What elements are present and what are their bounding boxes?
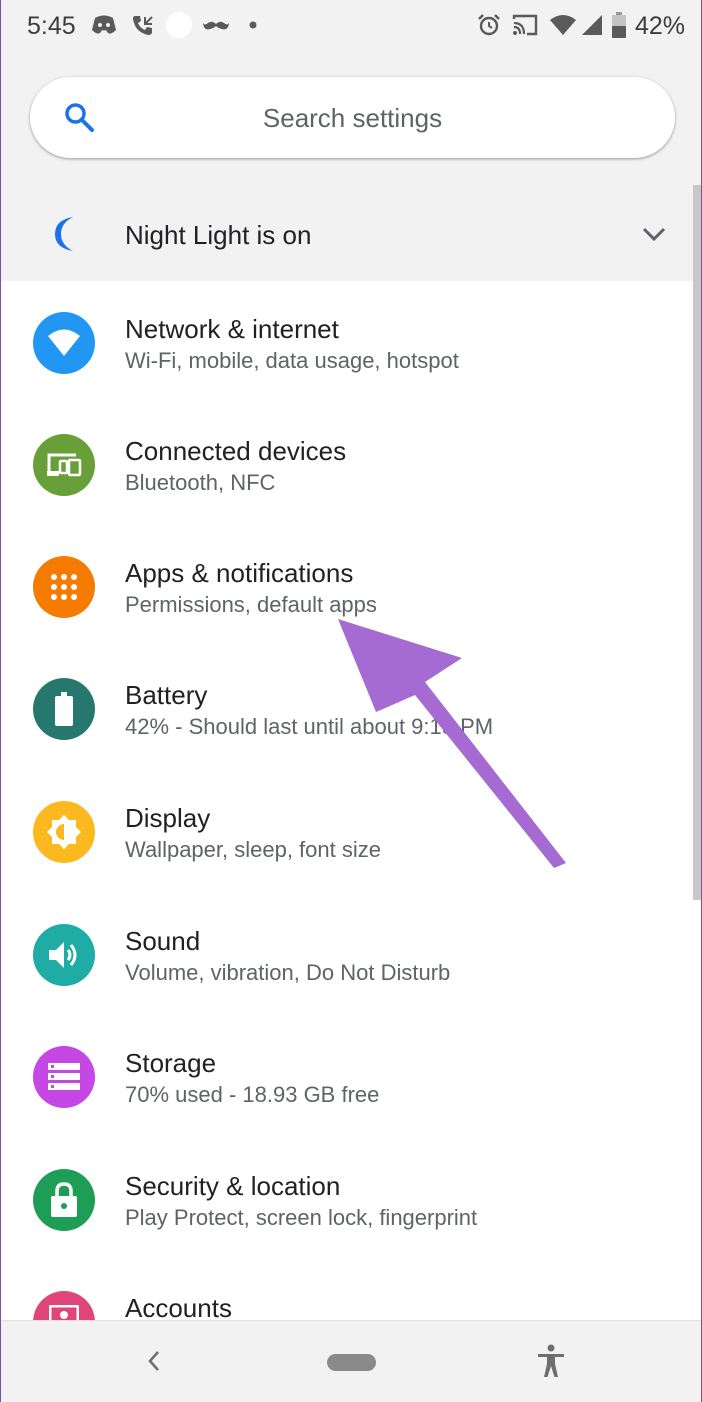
settings-item-subtitle: Wi-Fi, mobile, data usage, hotspot xyxy=(125,348,459,373)
search-bar[interactable]: Search settings xyxy=(30,77,675,158)
settings-item-subtitle: Bluetooth, NFC xyxy=(125,470,276,495)
moon-icon xyxy=(55,217,73,251)
settings-item-title: Accounts xyxy=(125,1293,232,1320)
volume-icon xyxy=(49,942,77,968)
account-icon xyxy=(49,1305,79,1320)
apps-icon-circle xyxy=(33,556,95,618)
settings-item-title: Storage xyxy=(125,1048,217,1078)
settings-item-subtitle: Permissions, default apps xyxy=(125,592,377,617)
navigation-bar xyxy=(1,1320,701,1402)
settings-item-storage[interactable]: Storage 70% used - 18.93 GB free xyxy=(1,1046,693,1168)
dot-icon xyxy=(249,21,257,29)
settings-item-subtitle: 42% - Should last until about 9:15 PM xyxy=(125,714,494,739)
settings-item-network[interactable]: Network & internet Wi-Fi, mobile, data u… xyxy=(1,312,693,434)
display-icon-circle xyxy=(33,801,95,863)
discord-icon xyxy=(92,15,116,34)
settings-item-accounts[interactable]: Accounts xyxy=(1,1291,693,1320)
battery-icon xyxy=(612,12,626,38)
settings-item-display[interactable]: Display Wallpaper, sleep, font size xyxy=(1,801,693,923)
settings-item-subtitle: Volume, vibration, Do Not Disturb xyxy=(125,960,451,985)
signal-icon xyxy=(582,15,602,35)
apps-grid-icon xyxy=(51,574,77,600)
search-placeholder: Search settings xyxy=(262,103,443,133)
accessibility-icon[interactable] xyxy=(537,1344,565,1378)
settings-item-subtitle: 70% used - 18.93 GB free xyxy=(125,1082,380,1107)
lock-icon xyxy=(51,1182,77,1217)
cast-icon xyxy=(512,14,538,36)
storage-icon-circle xyxy=(33,1046,95,1108)
settings-item-battery[interactable]: Battery 42% - Should last until about 9:… xyxy=(1,678,693,800)
settings-item-security[interactable]: Security & location Play Protect, screen… xyxy=(1,1169,693,1291)
settings-item-title: Sound xyxy=(125,926,201,956)
settings-item-title: Battery xyxy=(125,680,208,710)
chevron-down-icon[interactable] xyxy=(641,226,667,242)
alarm-icon xyxy=(478,14,500,36)
mustache-icon xyxy=(203,21,229,30)
battery-icon xyxy=(55,692,73,726)
back-icon[interactable] xyxy=(145,1349,161,1373)
accounts-icon-circle xyxy=(33,1291,95,1320)
status-bar: 5:45 42% xyxy=(1,0,701,52)
wifi-icon xyxy=(550,15,576,35)
network-icon-circle xyxy=(33,312,95,374)
settings-item-connected-devices[interactable]: Connected devices Bluetooth, NFC xyxy=(1,434,693,556)
storage-icon xyxy=(48,1063,80,1090)
devices-icon xyxy=(47,453,82,477)
brightness-icon xyxy=(47,815,81,849)
missed-call-icon xyxy=(133,16,153,35)
status-time: 5:45 xyxy=(27,12,76,40)
devices-icon-circle xyxy=(33,434,95,496)
battery-icon-circle xyxy=(33,678,95,740)
security-icon-circle xyxy=(33,1169,95,1231)
night-light-suggestion[interactable]: Night Light is on xyxy=(1,190,701,280)
scrollbar[interactable] xyxy=(693,185,701,900)
settings-item-title: Connected devices xyxy=(125,436,347,466)
settings-item-subtitle: Wallpaper, sleep, font size xyxy=(125,837,381,862)
settings-item-apps[interactable]: Apps & notifications Permissions, defaul… xyxy=(1,556,693,678)
settings-item-title: Network & internet xyxy=(125,314,339,344)
night-light-label: Night Light is on xyxy=(125,220,312,250)
settings-item-title: Security & location xyxy=(125,1171,341,1201)
settings-item-title: Apps & notifications xyxy=(125,558,354,588)
settings-item-title: Display xyxy=(125,803,211,833)
circle-icon xyxy=(166,12,192,38)
battery-percentage: 42% xyxy=(635,12,686,40)
settings-item-sound[interactable]: Sound Volume, vibration, Do Not Disturb xyxy=(1,924,693,1046)
home-pill[interactable] xyxy=(327,1354,376,1371)
settings-item-subtitle: Play Protect, screen lock, fingerprint xyxy=(125,1205,478,1230)
wifi-icon xyxy=(48,329,80,356)
sound-icon-circle xyxy=(33,924,95,986)
